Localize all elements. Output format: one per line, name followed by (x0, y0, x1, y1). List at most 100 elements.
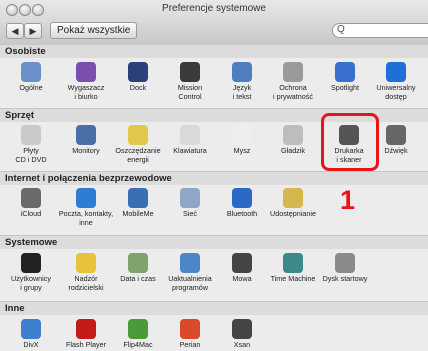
pref-pane-label: Xsan (233, 340, 251, 349)
pref-pane-flash[interactable]: Flash Player (58, 319, 114, 350)
pref-pane-label: Mysz (233, 146, 251, 155)
back-arrow-icon: ◀ (11, 26, 19, 36)
pref-pane-label: Mission Control (177, 83, 203, 101)
pref-pane-label: Data i czas (120, 274, 156, 283)
pref-pane-label: Mowa (232, 274, 252, 283)
pref-pane-label: Użytkownicy i grupy (11, 274, 51, 292)
section-title: Internet i połączenia bezprzewodowe (0, 171, 428, 185)
pref-pane-label: Wygaszacz i biurko (67, 83, 105, 101)
pref-pane-label: Gładzik (281, 146, 305, 155)
mail-icon (76, 188, 96, 208)
display-icon (76, 125, 96, 145)
pref-pane-label: Płyty CD i DVD (15, 146, 47, 164)
bluetooth-icon (232, 188, 252, 208)
pref-pane-mission-control[interactable]: Mission Control (162, 62, 218, 101)
pref-pane-general[interactable]: Ogólne (3, 62, 59, 93)
pref-pane-update[interactable]: Uaktualnienia programów (162, 253, 218, 292)
back-button[interactable]: ◀ (6, 23, 24, 39)
pref-pane-users[interactable]: Użytkownicy i grupy (3, 253, 59, 292)
pref-pane-flip4mac[interactable]: Flip4Mac (110, 319, 166, 350)
search-input[interactable]: Q (332, 23, 428, 38)
pref-pane-desktop[interactable]: Wygaszacz i biurko (58, 62, 114, 101)
mission-control-icon (180, 62, 200, 82)
clock-icon (128, 253, 148, 273)
pref-pane-network[interactable]: Sieć (162, 188, 218, 219)
show-all-button[interactable]: Pokaż wszystkie (50, 22, 138, 39)
perian-icon (180, 319, 200, 339)
users-icon (21, 253, 41, 273)
pref-pane-label: Udostępnianie (270, 209, 316, 218)
pref-pane-label: Ogólne (19, 83, 43, 92)
desktop-icon (76, 62, 96, 82)
pref-pane-trackpad[interactable]: Gładzik (265, 125, 321, 156)
trackpad-icon (283, 125, 303, 145)
pref-pane-timemachine[interactable]: Time Machine (265, 253, 321, 284)
security-icon (283, 62, 303, 82)
pref-pane-startup-disk[interactable]: Dysk startowy (317, 253, 373, 284)
pref-pane-bluetooth[interactable]: Bluetooth (214, 188, 270, 219)
pref-pane-label: Poczta, kontakty, inne (58, 209, 114, 227)
pref-pane-label: Nadzór rodzicielski (68, 274, 104, 292)
mouse-icon (232, 125, 252, 145)
section-personal: Osobiste (0, 44, 428, 58)
titlebar: Preferencje systemowe ◀ ▶ Pokaż wszystki… (0, 0, 428, 45)
annotation-highlight-box (321, 113, 379, 171)
pref-pane-label: Ochrona i prywatność (273, 83, 313, 101)
pref-pane-spotlight[interactable]: Spotlight (317, 62, 373, 93)
pref-pane-label: Dysk startowy (322, 274, 368, 283)
update-icon (180, 253, 200, 273)
pref-pane-mouse[interactable]: Mysz (214, 125, 270, 156)
flash-icon (76, 319, 96, 339)
sound-icon (386, 125, 406, 145)
window-title: Preferencje systemowe (162, 3, 266, 14)
forward-arrow-icon: ▶ (29, 26, 37, 36)
section-title: Inne (0, 301, 428, 315)
pref-pane-label: Time Machine (270, 274, 316, 283)
accessibility-icon (386, 62, 406, 82)
annotation-number: 1 (340, 185, 356, 215)
xsan-icon (232, 319, 252, 339)
parental-icon (76, 253, 96, 273)
pref-pane-dock[interactable]: Dock (110, 62, 166, 93)
pref-pane-divx[interactable]: DivX (3, 319, 59, 350)
pref-pane-label: Flash Player (66, 340, 106, 349)
pref-pane-language[interactable]: Język i tekst (214, 62, 270, 101)
pref-pane-keyboard[interactable]: Klawiatura (162, 125, 218, 156)
pref-pane-display[interactable]: Monitory (58, 125, 114, 156)
pref-pane-label: Flip4Mac (123, 340, 153, 349)
general-icon (21, 62, 41, 82)
section-other: Inne (0, 301, 428, 315)
pref-pane-label: Dock (129, 83, 147, 92)
sharing-icon (283, 188, 303, 208)
startup-disk-icon (335, 253, 355, 273)
pref-pane-accessibility[interactable]: Uniwersalny dostęp (368, 62, 424, 101)
divx-icon (21, 319, 41, 339)
dock-icon (128, 62, 148, 82)
energy-icon (128, 125, 148, 145)
pref-pane-security[interactable]: Ochrona i prywatność (265, 62, 321, 101)
pref-pane-label: Bluetooth (226, 209, 258, 218)
pref-pane-perian[interactable]: Perian (162, 319, 218, 350)
pref-pane-mail[interactable]: Poczta, kontakty, inne (58, 188, 114, 227)
pref-pane-cd[interactable]: Płyty CD i DVD (3, 125, 59, 164)
keyboard-icon (180, 125, 200, 145)
section-system: Systemowe (0, 235, 428, 249)
pref-pane-mobileme[interactable]: MobileMe (110, 188, 166, 219)
section-title: Osobiste (0, 44, 428, 58)
pref-pane-label: Perian (179, 340, 201, 349)
pref-pane-xsan[interactable]: Xsan (214, 319, 270, 350)
pref-pane-speech[interactable]: Mowa (214, 253, 270, 284)
pref-pane-label: Język i tekst (232, 83, 252, 101)
language-icon (232, 62, 252, 82)
pref-pane-icloud[interactable]: iCloud (3, 188, 59, 219)
forward-button[interactable]: ▶ (24, 23, 42, 39)
pref-pane-sharing[interactable]: Udostępnianie (265, 188, 321, 219)
pref-pane-energy[interactable]: Oszczędzanie energii (110, 125, 166, 164)
pref-pane-label: DivX (23, 340, 39, 349)
pref-pane-label: Sieć (183, 209, 197, 218)
pref-pane-clock[interactable]: Data i czas (110, 253, 166, 284)
section-title: Systemowe (0, 235, 428, 249)
pref-pane-parental[interactable]: Nadzór rodzicielski (58, 253, 114, 292)
mobileme-icon (128, 188, 148, 208)
pref-pane-label: Oszczędzanie energii (115, 146, 161, 164)
